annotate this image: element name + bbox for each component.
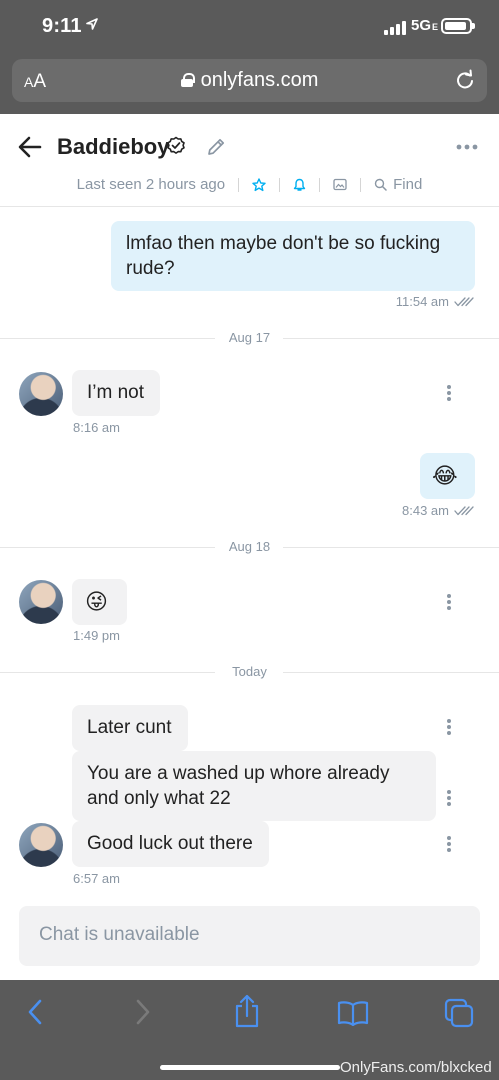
- composer-placeholder: Chat is unavailable: [39, 924, 200, 945]
- date-divider: Today: [0, 664, 499, 679]
- search-icon: [374, 178, 387, 191]
- contact-name[interactable]: Baddieboy: [57, 134, 169, 160]
- date-label: Today: [232, 664, 267, 679]
- date-divider: Aug 17: [0, 330, 499, 345]
- avatar[interactable]: [19, 372, 63, 416]
- message-meta: 8:16 am: [73, 420, 120, 435]
- message-options-icon[interactable]: [447, 385, 451, 401]
- incoming-message[interactable]: You are a washed up whore already and on…: [72, 751, 436, 821]
- message-time: 1:49 pm: [73, 628, 120, 643]
- incoming-message[interactable]: 😜: [72, 579, 127, 625]
- more-options-icon[interactable]: [456, 144, 478, 150]
- message-composer: Chat is unavailable: [19, 906, 480, 966]
- date-label: Aug 18: [228, 539, 271, 554]
- message-options-icon[interactable]: [447, 719, 451, 735]
- find-label: Find: [393, 176, 423, 193]
- incoming-message[interactable]: Good luck out there: [72, 821, 269, 867]
- watermark: OnlyFans.com/blxcked: [340, 1059, 492, 1076]
- star-icon[interactable]: [252, 177, 266, 192]
- bookmarks-icon[interactable]: [337, 1000, 369, 1026]
- message-text: Good luck out there: [87, 833, 253, 854]
- status-time: 9:11: [42, 15, 82, 37]
- lock-icon: [180, 73, 195, 87]
- divider: [279, 177, 281, 192]
- url-display[interactable]: onlyfans.com: [12, 69, 487, 92]
- message-meta: 11:54 am: [396, 294, 474, 309]
- message-text: You are a washed up whore already and on…: [87, 763, 390, 809]
- message-time: 8:16 am: [73, 420, 120, 435]
- last-seen-text: Last seen 2 hours ago: [76, 176, 226, 193]
- message-time: 6:57 am: [73, 871, 120, 886]
- network-type: 5GE: [411, 17, 439, 34]
- cellular-signal-icon: [384, 21, 406, 35]
- divider: [238, 177, 240, 192]
- find-button[interactable]: Find: [374, 176, 422, 193]
- reload-icon[interactable]: [455, 69, 475, 91]
- home-indicator: [160, 1065, 340, 1070]
- message-time: 8:43 am: [402, 503, 449, 518]
- incoming-message[interactable]: Later cunt: [72, 705, 188, 751]
- browser-address-area: AA onlyfans.com: [0, 52, 499, 114]
- message-text: Later cunt: [87, 717, 172, 738]
- message-options-icon[interactable]: [447, 790, 451, 806]
- image-icon[interactable]: [333, 178, 347, 191]
- divider: [319, 177, 321, 192]
- message-meta: 6:57 am: [73, 871, 120, 886]
- edit-pencil-icon[interactable]: [206, 137, 226, 157]
- share-icon[interactable]: [234, 994, 260, 1028]
- date-divider: Aug 18: [0, 539, 499, 554]
- message-options-icon[interactable]: [447, 836, 451, 852]
- status-bar: 9:11 5GE: [0, 0, 499, 52]
- message-meta: 1:49 pm: [73, 628, 120, 643]
- double-check-icon: [454, 296, 474, 306]
- forward-chevron-icon[interactable]: [134, 998, 152, 1026]
- message-text: 😂: [432, 463, 458, 488]
- double-check-icon: [454, 505, 474, 515]
- outgoing-message[interactable]: lmfao then maybe don't be so fucking rud…: [111, 221, 475, 291]
- chat-subheader: Last seen 2 hours ago Find: [0, 176, 499, 193]
- back-chevron-icon[interactable]: [26, 998, 44, 1026]
- message-text: I’m not: [87, 382, 145, 403]
- message-list[interactable]: lmfao then maybe don't be so fucking rud…: [0, 207, 499, 980]
- back-arrow-icon[interactable]: [18, 136, 42, 158]
- incoming-message[interactable]: I’m not: [72, 370, 160, 416]
- message-time: 11:54 am: [395, 294, 449, 309]
- message-meta: 8:43 am: [402, 503, 474, 518]
- location-arrow-icon: [86, 18, 98, 30]
- message-options-icon[interactable]: [447, 594, 451, 610]
- tabs-icon[interactable]: [444, 998, 474, 1028]
- outgoing-message[interactable]: 😂: [420, 453, 475, 499]
- message-text: lmfao then maybe don't be so fucking rud…: [126, 233, 441, 279]
- address-bar[interactable]: AA onlyfans.com: [12, 59, 487, 102]
- bell-icon[interactable]: [293, 178, 306, 192]
- battery-icon: [441, 18, 475, 34]
- message-text: 😜: [85, 589, 108, 614]
- avatar[interactable]: [19, 580, 63, 624]
- divider: [360, 177, 362, 192]
- verified-check-icon: [167, 136, 185, 154]
- avatar[interactable]: [19, 823, 63, 867]
- chat-header: Baddieboy Last seen 2 hours ago Find: [0, 114, 499, 207]
- date-label: Aug 17: [228, 330, 271, 345]
